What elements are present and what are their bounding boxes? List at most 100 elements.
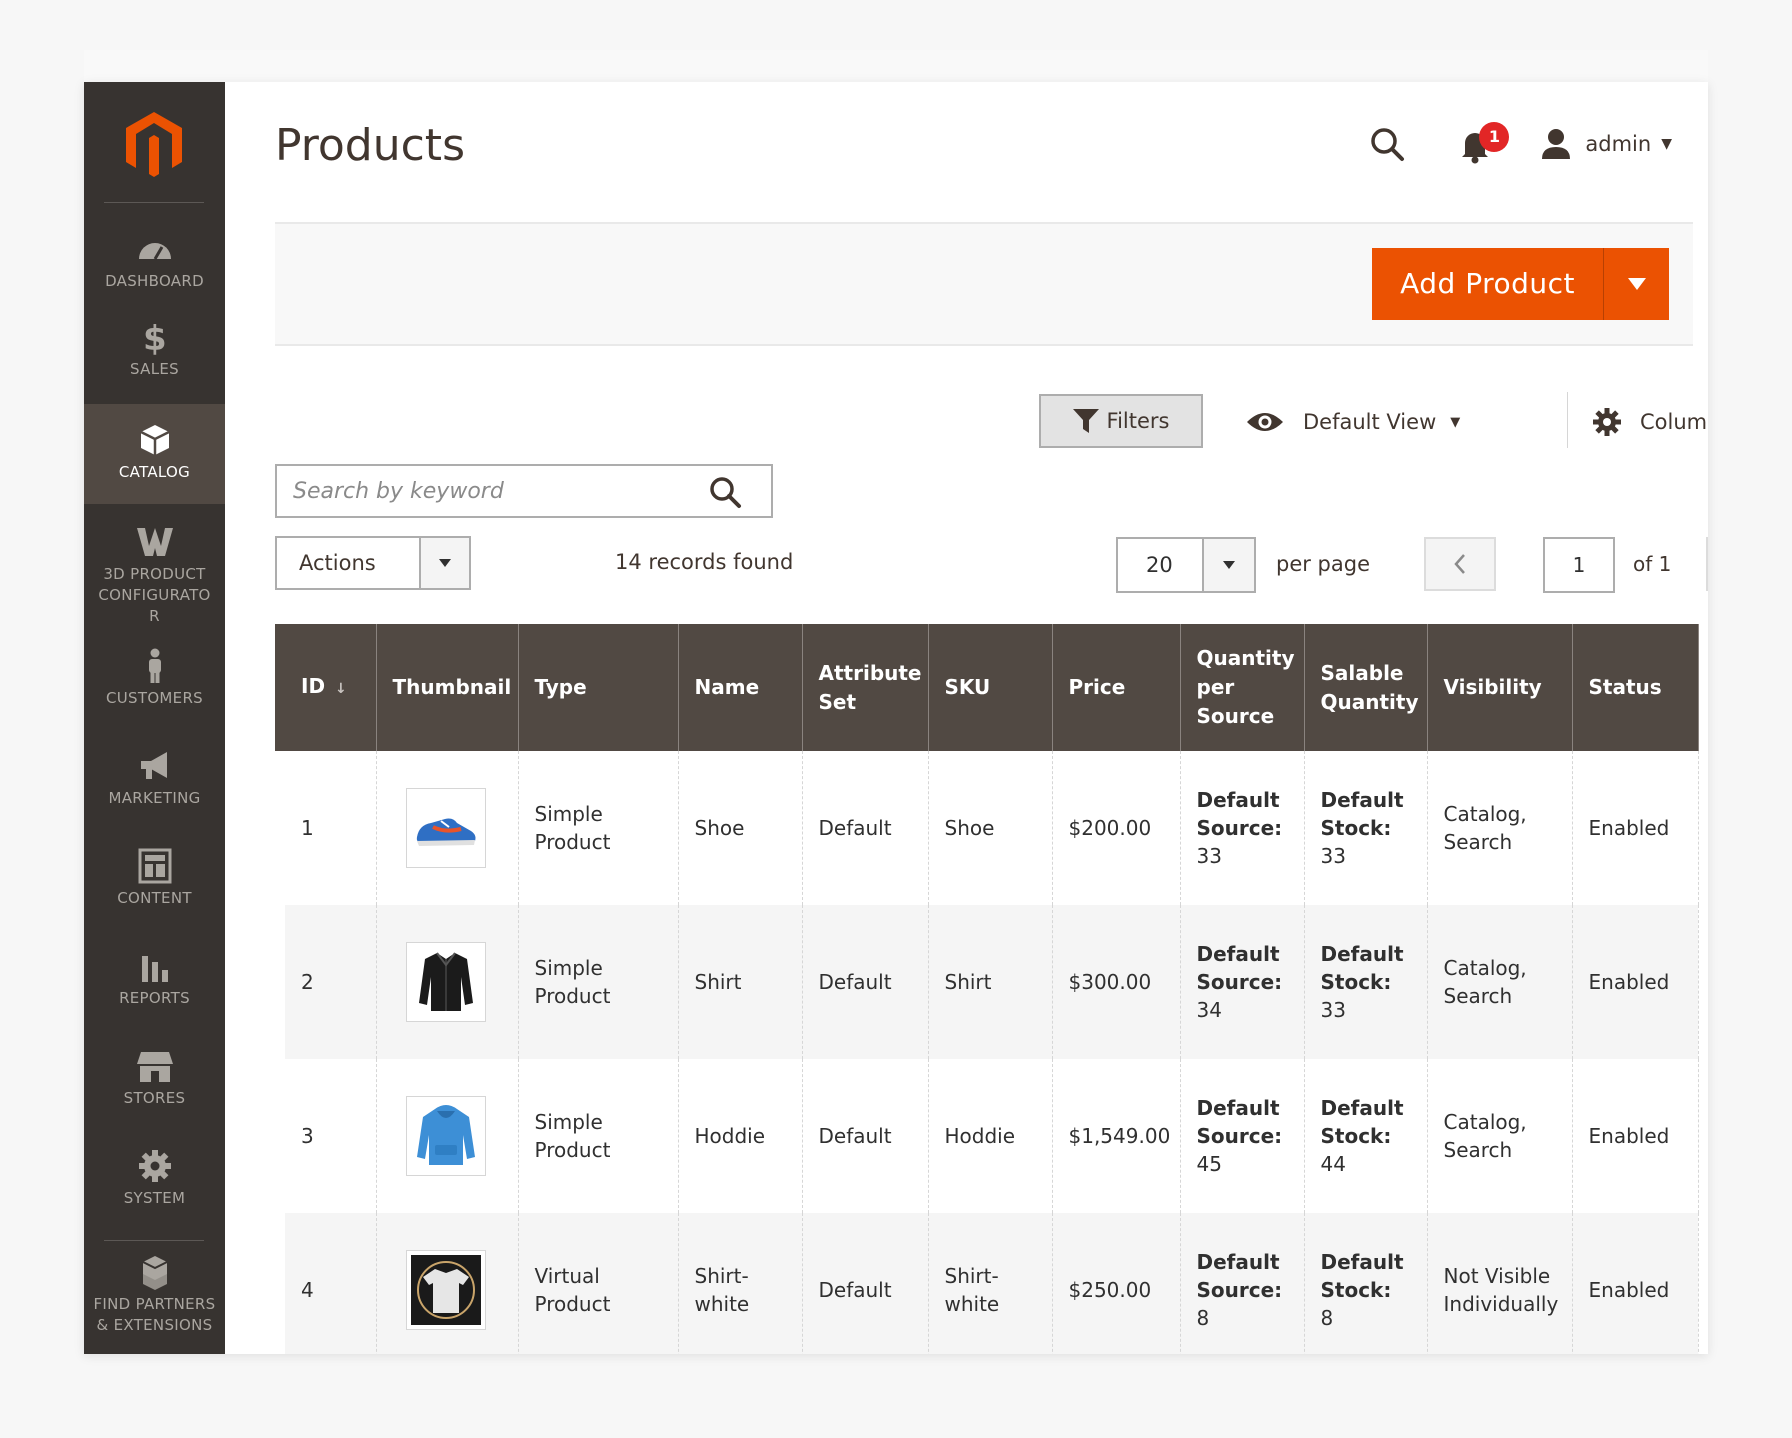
cubes-icon [135,1254,175,1290]
cell-thumbnail [375,1059,519,1213]
column-header-thumbnail[interactable]: Thumbnail [375,624,519,751]
search-icon[interactable] [707,474,743,510]
cell-type: Simple Product [517,1059,679,1213]
triangle-down-icon [1627,278,1646,290]
chevron-down-icon: ▼ [1450,414,1461,430]
column-header-quantity-per-source[interactable]: Quantity per Source [1179,624,1305,751]
sidebar-item-catalog[interactable]: CATALOG [84,404,225,504]
source-quantity: 8 [1196,1306,1210,1330]
default-view-dropdown[interactable]: Default View ▼ [1245,394,1460,450]
cell-type: Simple Product [517,751,679,905]
sidebar-item-content[interactable]: CONTENT [84,842,225,930]
cell-sku: Shoe [927,751,1053,905]
user-name: admin [1585,132,1652,156]
stock-label: Default Stock: [1320,788,1404,840]
column-header-visibility[interactable]: Visibility [1426,624,1573,751]
columns-label: Columns [1640,410,1708,434]
cell-quantity-per-source: Default Source: 45 [1179,1059,1305,1213]
notifications-button[interactable]: 1 [1457,122,1510,164]
stock-quantity: 44 [1320,1152,1346,1176]
user-menu[interactable]: admin ▼ [1541,128,1672,160]
columns-dropdown[interactable]: Columns ▼ [1592,394,1708,450]
layout-icon [135,848,175,884]
column-header-price[interactable]: Price [1051,624,1181,751]
sidebar-item-3d-product-configurator[interactable]: 3D PRODUCT CONFIGURATO R [84,518,225,628]
column-header-type[interactable]: Type [517,624,679,751]
sidebar-item-customers[interactable]: CUSTOMERS [84,642,225,730]
window-top-band [84,50,1708,82]
cell-salable-quantity: Default Stock: 33 [1303,905,1428,1059]
column-header-attribute-set[interactable]: Attribute Set [801,624,929,751]
current-page-input[interactable] [1543,537,1615,593]
cell-name: Shoe [677,751,803,905]
column-header-status[interactable]: Status [1571,624,1699,751]
actions-select-toggle[interactable] [419,538,469,588]
actions-select[interactable]: Actions [275,536,471,590]
product-thumbnail[interactable] [405,942,486,1022]
stock-label: Default Stock: [1320,1096,1404,1148]
cell-price: $1,549.00 [1051,1059,1181,1213]
sidebar-item-label: STORES [123,1089,186,1107]
magento-logo-icon[interactable] [122,110,186,178]
sidebar-item-marketing[interactable]: MARKETING [84,742,225,830]
admin-sidebar: DASHBOARD $ SALES CATALOG 3D PRODUCT CON… [84,82,225,1354]
product-thumbnail[interactable] [405,1096,486,1176]
sidebar-item-find-partners[interactable]: FIND PARTNERS & EXTENSIONS [84,1250,225,1350]
cell-status: Enabled [1571,751,1699,905]
search-input[interactable] [293,476,693,506]
add-product-dropdown-toggle[interactable] [1603,248,1669,320]
per-page-select-toggle[interactable] [1202,539,1254,591]
column-header-sku[interactable]: SKU [927,624,1053,751]
triangle-down-icon [439,559,451,567]
stock-label: Default Stock: [1320,942,1404,994]
records-found-count: 14 records found [615,550,794,574]
cell-name: Shirt [677,905,803,1059]
cell-thumbnail [375,751,519,905]
cell-salable-quantity: Default Stock: 8 [1303,1213,1428,1354]
sidebar-item-reports[interactable]: REPORTS [84,942,225,1030]
cell-type: Virtual Product [517,1213,679,1354]
source-quantity: 34 [1196,998,1222,1022]
cell-type: Simple Product [517,905,679,1059]
sidebar-item-label: MARKETING [108,789,201,807]
sidebar-divider [104,1240,204,1241]
cell-attribute-set: Default [801,905,929,1059]
cell-status: Enabled [1571,1059,1699,1213]
sidebar-item-system[interactable]: SYSTEM [84,1142,225,1230]
cell-price: $250.00 [1051,1213,1181,1354]
cell-price: $200.00 [1051,751,1181,905]
sidebar-item-stores[interactable]: STORES [84,1042,225,1130]
product-thumbnail[interactable] [405,1250,486,1330]
column-header-salable-quantity[interactable]: Salable Quantity [1303,624,1428,751]
cell-id: 2 [275,905,377,1059]
next-page-button[interactable] [1706,537,1708,591]
gear-icon [1593,408,1621,436]
sidebar-item-label: CUSTOMERS [105,689,203,707]
per-page-select[interactable]: 20 [1116,537,1256,593]
previous-page-button[interactable] [1424,537,1496,591]
cell-name: Shirt-white [677,1213,803,1354]
megaphone-icon [135,748,175,784]
cell-attribute-set: Default [801,751,929,905]
table-row[interactable]: 3 Simple Product Hoddie Default Hoddie $… [275,1059,1699,1213]
table-row[interactable]: 4 Virtual Product Shirt-white Default Sh… [275,1213,1699,1354]
page-actions-bar: Add Product [275,222,1693,346]
sidebar-item-label: SALES [130,360,179,378]
grid-header-row: ID ↓ Thumbnail Type Name Attribute Set SK… [275,624,1699,751]
sidebar-item-dashboard[interactable]: DASHBOARD [84,225,225,313]
search-icon[interactable] [1367,124,1407,164]
eye-icon [1247,413,1283,431]
storefront-icon [135,1048,175,1084]
column-header-name[interactable]: Name [677,624,803,751]
add-product-button[interactable]: Add Product [1372,248,1669,320]
user-icon [1542,129,1571,159]
source-quantity: 33 [1196,844,1222,868]
default-view-label: Default View [1303,410,1437,434]
table-row[interactable]: 1 Simple Product Shoe Default Shoe $200.… [275,751,1699,905]
table-row[interactable]: 2 Simple Product Shirt Default Shirt $30… [275,905,1699,1059]
product-thumbnail[interactable] [405,788,486,868]
sidebar-divider [104,202,204,203]
sidebar-item-sales[interactable]: $ SALES [84,313,225,401]
column-header-id[interactable]: ID ↓ [275,624,377,751]
filters-button[interactable]: Filters [1039,394,1203,448]
